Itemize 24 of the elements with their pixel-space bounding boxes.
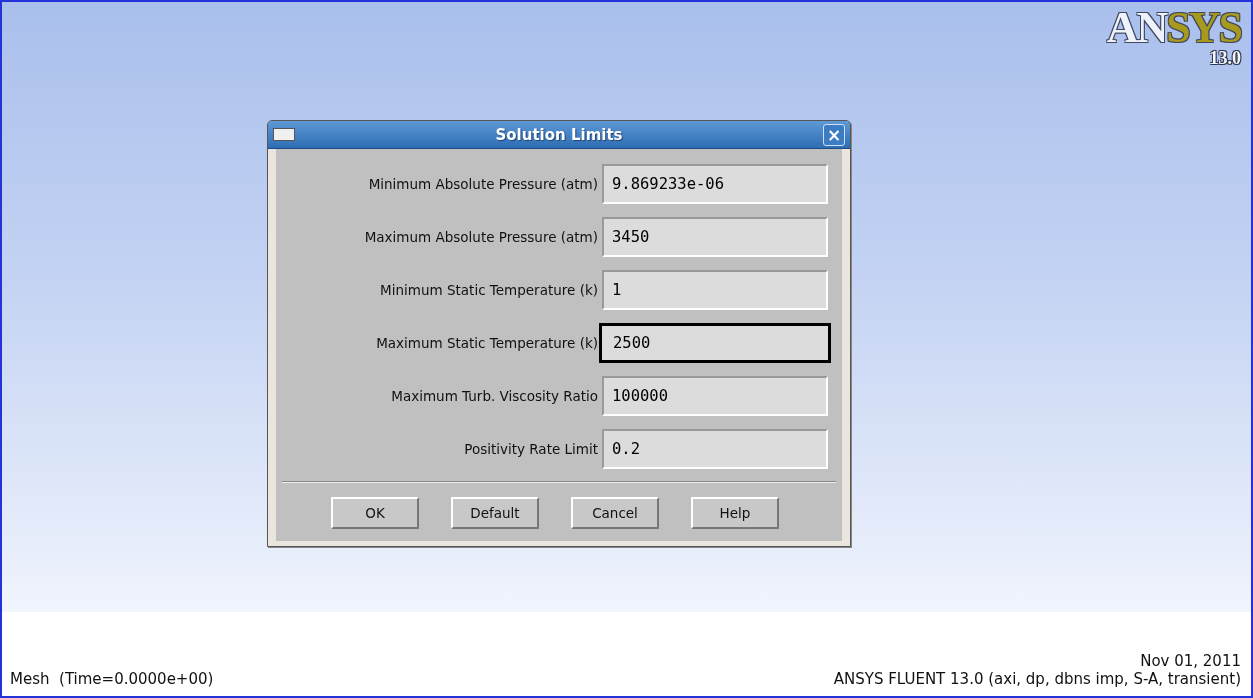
field-label: Maximum Absolute Pressure (atm) [363, 228, 599, 245]
input-field[interactable]: 100000 [602, 375, 828, 416]
help-button[interactable]: Help [691, 497, 779, 529]
field-label: Minimum Absolute Pressure (atm) [367, 175, 599, 192]
input-field[interactable]: 1 [602, 269, 828, 310]
cancel-button[interactable]: Cancel [571, 497, 659, 529]
ok-button[interactable]: OK [331, 497, 419, 529]
field-label: Minimum Static Temperature (k) [379, 281, 599, 298]
field-label: Positivity Rate Limit [463, 440, 599, 457]
input-field[interactable]: 3450 [602, 216, 828, 257]
status-text: Mesh (Time=0.0000e+00) [10, 670, 214, 688]
input-field[interactable]: 9.869233e-06 [602, 163, 828, 204]
input-field[interactable]: 2500 [599, 322, 831, 363]
version-label: 13.0 [1209, 48, 1241, 68]
input-field[interactable]: 0.2 [602, 428, 828, 469]
logo: ANSYS [1106, 8, 1241, 48]
close-button[interactable]: × [823, 123, 845, 146]
version-text: ANSYS FLUENT 13.0 (axi, dp, dbns imp, S-A, transient) [833, 670, 1241, 688]
dialog-title: Solution Limits [494, 125, 624, 144]
default-button[interactable]: Default [451, 497, 539, 529]
field-label: Maximum Turb. Viscosity Ratio [390, 387, 599, 404]
field-label: Maximum Static Temperature (k) [375, 334, 599, 351]
date-text: Nov 01, 2011 [1140, 652, 1241, 670]
window-menu-icon[interactable] [273, 128, 295, 141]
